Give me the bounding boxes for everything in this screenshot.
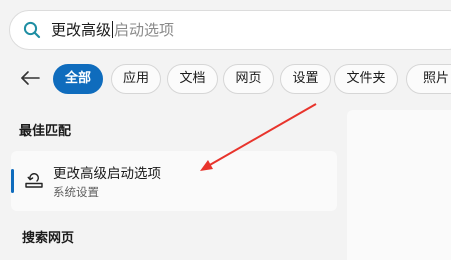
tab-apps[interactable]: 应用 xyxy=(111,64,161,94)
tab-web[interactable]: 网页 xyxy=(223,64,274,94)
tab-all[interactable]: 全部 xyxy=(53,64,103,94)
tab-settings[interactable]: 设置 xyxy=(280,64,331,94)
tab-documents[interactable]: 文档 xyxy=(167,64,218,94)
result-title: 更改高级启动选项 xyxy=(53,166,161,182)
back-arrow-icon[interactable] xyxy=(18,66,42,90)
result-subtitle: 系统设置 xyxy=(53,185,99,199)
search-input[interactable]: 更改高级 启动选项 xyxy=(51,21,174,40)
advanced-startup-icon xyxy=(25,173,43,188)
tab-photos[interactable]: 照片 xyxy=(406,64,451,94)
tab-folders[interactable]: 文件夹 xyxy=(334,64,398,94)
search-box[interactable]: 更改高级 启动选项 xyxy=(9,10,451,50)
text-caret xyxy=(112,21,114,38)
selection-indicator xyxy=(11,169,14,193)
preview-panel xyxy=(347,110,451,260)
best-match-result[interactable]: 更改高级启动选项 系统设置 xyxy=(11,151,337,211)
search-icon xyxy=(23,21,41,39)
best-match-heading: 最佳匹配 xyxy=(19,124,72,139)
search-autocomplete-hint: 启动选项 xyxy=(114,21,175,39)
search-typed-text: 更改高级 xyxy=(51,21,112,39)
web-search-heading: 搜索网页 xyxy=(22,231,75,246)
